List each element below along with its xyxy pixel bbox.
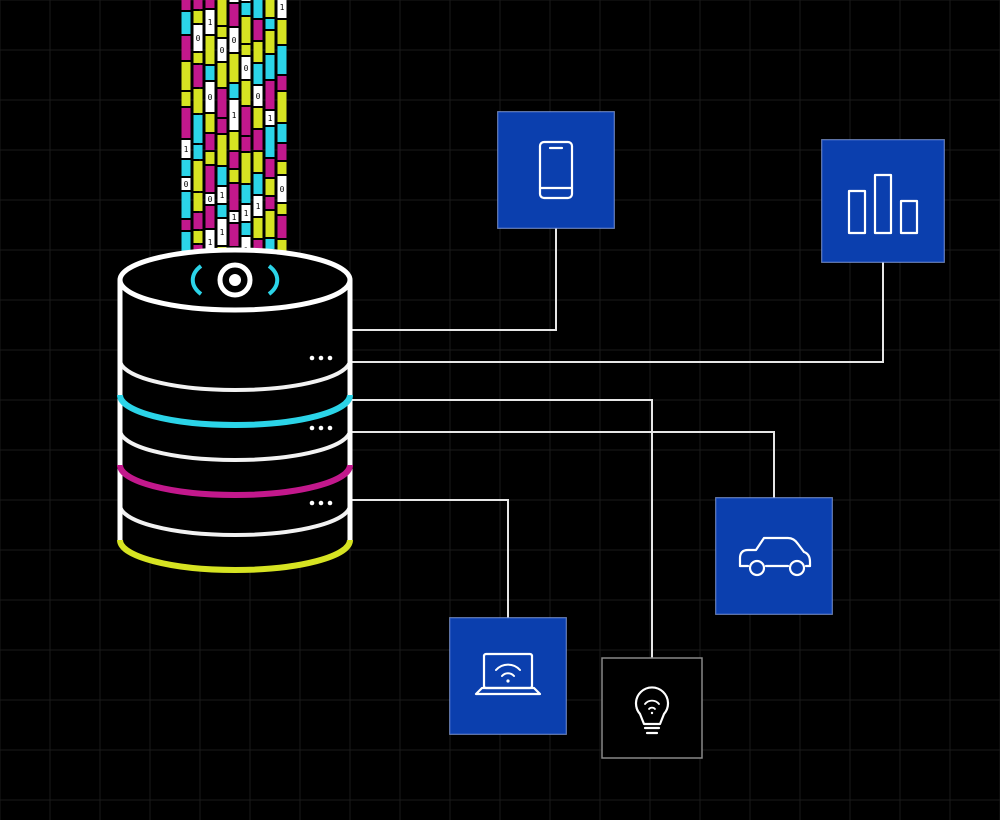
svg-text:1: 1 xyxy=(280,3,285,12)
svg-text:1: 1 xyxy=(184,145,189,154)
svg-text:1: 1 xyxy=(208,238,213,247)
svg-text:1: 1 xyxy=(232,111,237,120)
phone-node xyxy=(498,112,614,228)
svg-text:1: 1 xyxy=(208,18,213,27)
svg-text:1: 1 xyxy=(232,213,237,222)
svg-text:0: 0 xyxy=(208,195,213,204)
svg-text:1: 1 xyxy=(220,191,225,200)
car-node xyxy=(716,498,832,614)
svg-text:0: 0 xyxy=(184,180,189,189)
svg-text:1: 1 xyxy=(268,114,273,123)
lightbulb-node xyxy=(602,658,702,758)
svg-text:0: 0 xyxy=(232,0,237,2)
svg-text:0: 0 xyxy=(220,46,225,55)
svg-text:0: 0 xyxy=(232,36,237,45)
svg-text:0: 0 xyxy=(208,93,213,102)
svg-text:1: 1 xyxy=(244,209,249,218)
svg-text:0: 0 xyxy=(280,185,285,194)
svg-text:0: 0 xyxy=(256,92,261,101)
diagram-canvas: 10001100101100011000110010110 xyxy=(0,0,1000,820)
svg-text:1: 1 xyxy=(220,228,225,237)
laptop-node xyxy=(450,618,566,734)
svg-text:0: 0 xyxy=(244,64,249,73)
svg-text:0: 0 xyxy=(196,34,201,43)
database-cylinder xyxy=(120,250,350,570)
chart-node xyxy=(822,140,944,262)
svg-text:1: 1 xyxy=(256,202,261,211)
